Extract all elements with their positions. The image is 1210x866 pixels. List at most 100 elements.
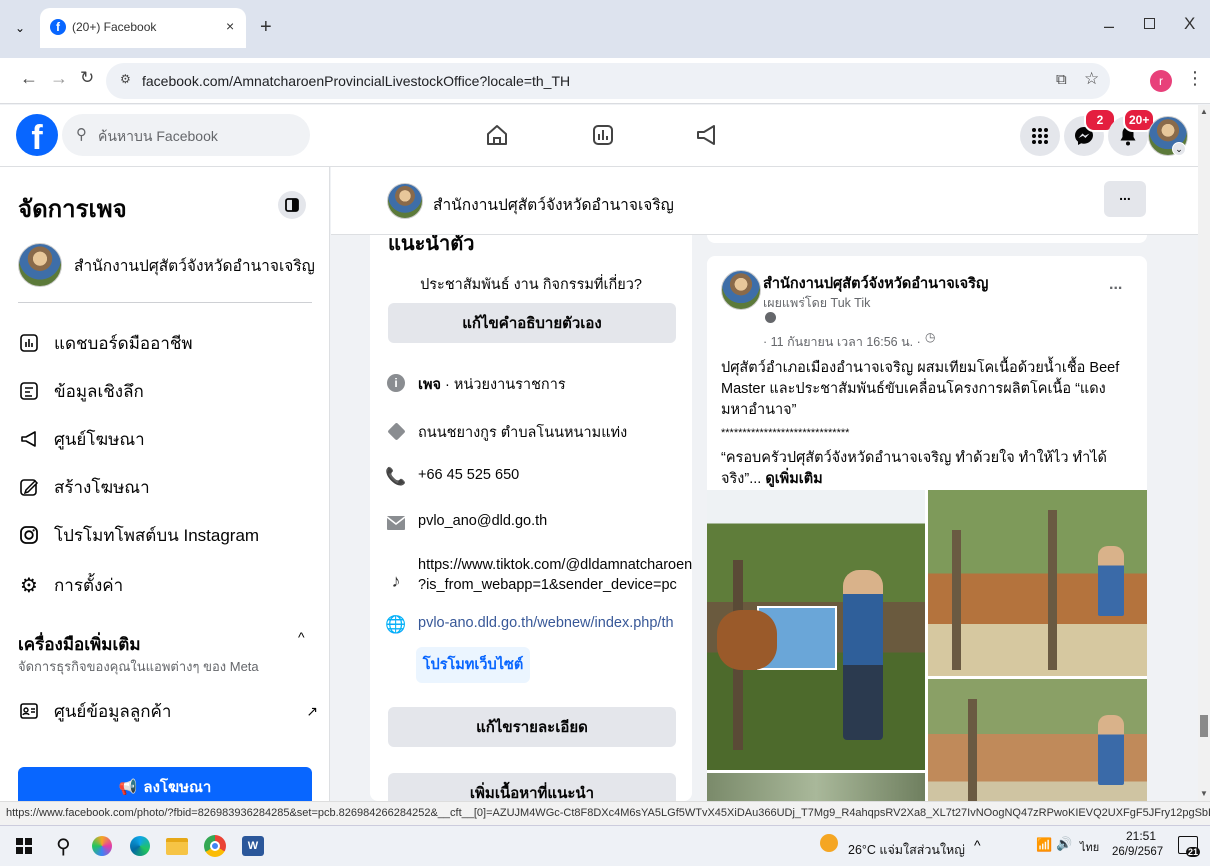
- sidebar-page-link[interactable]: สำนักงานปศุสัตว์จังหวัดอำนาจเจริญ: [18, 237, 318, 293]
- edit-icon: [18, 476, 40, 498]
- profile-avatar-icon[interactable]: r: [1150, 70, 1172, 92]
- copilot-icon[interactable]: [92, 836, 112, 856]
- edit-bio-button[interactable]: แก้ไขคำอธิบายตัวเอง: [388, 303, 676, 343]
- email-row: pvlo_ano@dld.go.th: [386, 513, 547, 533]
- scroll-up-icon[interactable]: ▲: [1200, 107, 1208, 116]
- clock-time[interactable]: 21:51: [1126, 829, 1156, 843]
- show-hidden-icons-icon[interactable]: ^: [974, 837, 981, 853]
- sidebar-item-label: แดชบอร์ดมืออาชีพ: [54, 333, 193, 353]
- browser-menu-icon[interactable]: ⋮: [1186, 68, 1204, 89]
- weather-text[interactable]: 26°C แจ่มใสส่วนใหญ่: [848, 840, 965, 860]
- fence-post: [1048, 510, 1057, 670]
- new-tab-icon[interactable]: +: [260, 16, 272, 39]
- tiktok-link-line1[interactable]: https://www.tiktok.com/@dldamnatcharoen: [418, 557, 692, 573]
- page-more-button[interactable]: ...: [1104, 181, 1146, 217]
- page-avatar: [18, 243, 62, 287]
- dashboard-icon: [18, 332, 40, 354]
- search-input[interactable]: ⚲ ค้นหาบน Facebook: [62, 114, 310, 156]
- sidebar-item-label: สร้างโฆษณา: [54, 477, 150, 497]
- globe-privacy-icon: ◷: [925, 330, 936, 344]
- language-indicator[interactable]: ไทย: [1080, 838, 1099, 856]
- intro-card: แนะนำตัว ประชาสัมพันธ์ งาน กิจกรรมที่เกี…: [370, 235, 692, 801]
- ads-nav-icon[interactable]: [694, 122, 720, 153]
- category-value: · หน่วยงานราชการ: [441, 377, 566, 393]
- restore-icon[interactable]: [1144, 18, 1155, 29]
- website-link[interactable]: pvlo-ano.dld.go.th/webnew/index.php/th: [418, 615, 674, 631]
- sidebar-item-dashboard[interactable]: แดชบอร์ดมืออาชีพ: [18, 323, 193, 363]
- taskbar-search-icon[interactable]: ⚲: [56, 834, 71, 859]
- facebook-logo-icon[interactable]: f: [16, 114, 58, 156]
- browser-tab-bar: ⌄ f (20+) Facebook × + – X: [0, 0, 1210, 58]
- minimize-icon[interactable]: –: [1104, 16, 1114, 37]
- chrome-icon[interactable]: [204, 835, 226, 857]
- bookmark-star-icon[interactable]: ☆: [1084, 69, 1099, 89]
- sidebar-item-insights[interactable]: ข้อมูลเชิงลึก: [18, 371, 144, 411]
- contact-card-icon: [18, 700, 40, 722]
- person-shape: [843, 570, 883, 740]
- sidebar-item-label: การตั้งค่า: [54, 575, 124, 595]
- instagram-icon: [18, 524, 40, 546]
- clock-date[interactable]: 26/9/2567: [1112, 846, 1163, 858]
- post-photo-3[interactable]: [928, 679, 1147, 816]
- collapse-tools-chevron-icon[interactable]: ^: [298, 629, 305, 645]
- file-explorer-icon[interactable]: [166, 838, 188, 855]
- word-icon[interactable]: W: [242, 836, 264, 856]
- sidebar-title: จัดการเพจ: [18, 196, 127, 223]
- promote-website-button[interactable]: โปรโมทเว็บไซต์: [416, 647, 530, 683]
- website-row: 🌐 pvlo-ano.dld.go.th/webnew/index.php/th: [385, 615, 674, 635]
- sidebar-item-instagram[interactable]: โปรโมทโพสต์บน Instagram: [18, 515, 259, 555]
- install-app-icon[interactable]: ⧉: [1056, 71, 1067, 88]
- apps-menu-icon[interactable]: [1020, 116, 1060, 156]
- edge-browser-icon[interactable]: [130, 836, 150, 856]
- close-window-icon[interactable]: X: [1184, 14, 1195, 34]
- page-scrollbar[interactable]: ▲ ▼: [1198, 105, 1210, 801]
- tiktok-link-line2[interactable]: ?is_from_webapp=1&sender_device=pc: [418, 577, 677, 593]
- volume-icon[interactable]: 🔊: [1056, 836, 1072, 852]
- post-text-paragraph: ปศุสัตว์อำเภอเมืองอำนาจเจริญ ผสมเทียมโคเ…: [721, 360, 1120, 418]
- close-tab-icon[interactable]: ×: [226, 18, 234, 34]
- post-published-by: เผยแพร่โดย Tuk Tik: [763, 296, 871, 310]
- notification-count: 21: [1186, 847, 1201, 857]
- forward-icon[interactable]: →: [50, 68, 68, 89]
- post-more-icon[interactable]: ...: [1109, 276, 1122, 294]
- post-photo-1[interactable]: [707, 490, 925, 770]
- promote-button[interactable]: 📢 ลงโฆษณา: [18, 767, 312, 801]
- windows-start-icon[interactable]: [16, 838, 32, 854]
- tab-search-chevron-icon[interactable]: ⌄: [10, 18, 30, 38]
- tiktok-icon: ♪: [391, 570, 401, 591]
- reload-icon[interactable]: ↻: [80, 68, 94, 88]
- tiktok-row: ♪ https://www.tiktok.com/@dldamnatcharoe…: [386, 555, 693, 595]
- sidebar-item-ad-center[interactable]: ศูนย์โฆษณา: [18, 419, 145, 459]
- person-shape: [1098, 546, 1124, 616]
- email-text[interactable]: pvlo_ano@dld.go.th: [418, 513, 547, 529]
- post-date[interactable]: · 11 กันยายน เวลา 16:56 น. ·: [763, 332, 921, 352]
- url-field[interactable]: ⚙ facebook.com/AmnatcharoenProvincialLiv…: [106, 63, 1110, 99]
- network-icon[interactable]: 📶: [1036, 837, 1052, 853]
- sidebar-item-settings[interactable]: ⚙ การตั้งค่า: [18, 565, 123, 605]
- category-row: i เพจ · หน่วยงานราชการ: [386, 373, 566, 396]
- see-more-link[interactable]: ดูเพิ่มเติม: [765, 471, 822, 487]
- scroll-down-icon[interactable]: ▼: [1200, 789, 1208, 798]
- scrollbar-thumb[interactable]: [1200, 715, 1208, 737]
- account-chevron-icon[interactable]: ⌄: [1172, 142, 1186, 156]
- post-stars: ******************************: [721, 427, 850, 439]
- add-featured-button[interactable]: เพิ่มเนื้อหาที่แนะนำ: [388, 773, 676, 801]
- intro-bio: ประชาสัมพันธ์ งาน กิจกรรมที่เกี่ยว?: [420, 277, 642, 293]
- back-icon[interactable]: ←: [20, 68, 38, 89]
- post-photo-2[interactable]: [928, 490, 1147, 676]
- previous-post-card-edge: [707, 235, 1147, 243]
- site-info-icon[interactable]: ⚙: [120, 72, 131, 86]
- home-nav-icon[interactable]: [484, 122, 510, 153]
- sidebar-item-label: ศูนย์โฆษณา: [54, 429, 145, 449]
- dashboard-nav-icon[interactable]: [590, 122, 616, 153]
- post-author-name[interactable]: สำนักงานปศุสัตว์จังหวัดอำนาจเจริญ: [763, 272, 988, 295]
- sidebar-item-customer-center[interactable]: ศูนย์ข้อมูลลูกค้า ↗: [18, 691, 318, 731]
- collapse-sidebar-icon[interactable]: [278, 191, 306, 219]
- sidebar-item-create-ad[interactable]: สร้างโฆษณา: [18, 467, 150, 507]
- page-header-avatar[interactable]: [387, 183, 423, 219]
- post-author-avatar[interactable]: [721, 270, 761, 310]
- edit-details-button[interactable]: แก้ไขรายละเอียด: [388, 707, 676, 747]
- browser-tab[interactable]: f (20+) Facebook ×: [40, 8, 246, 48]
- address-row: ถนนชยางกูร ตำบลโนนหนามแท่ง: [386, 421, 627, 444]
- page-header-name[interactable]: สำนักงานปศุสัตว์จังหวัดอำนาจเจริญ: [433, 192, 674, 217]
